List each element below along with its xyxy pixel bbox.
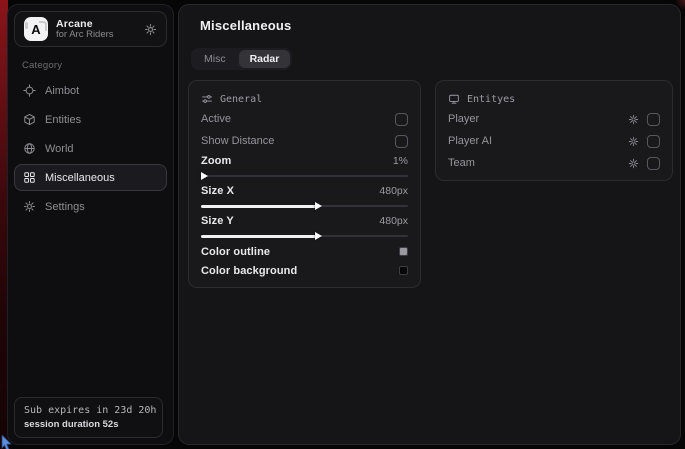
category-label: Category	[22, 60, 159, 71]
sidebar-item-world[interactable]: World	[14, 135, 167, 162]
zoom-value: 1%	[393, 155, 408, 167]
tab-misc[interactable]: Misc	[193, 50, 237, 68]
cube-icon	[23, 113, 36, 126]
crosshair-icon	[23, 84, 36, 97]
setting-label: Size X	[201, 185, 234, 197]
gear-icon	[23, 200, 36, 213]
setting-row-zoom: Zoom 1%	[201, 152, 408, 170]
tab-radar[interactable]: Radar	[239, 50, 291, 68]
show-distance-checkbox[interactable]	[395, 135, 408, 148]
slider-track	[201, 175, 408, 177]
app-logo: A	[24, 17, 48, 41]
size-x-slider[interactable]	[201, 200, 408, 212]
team-settings-gear-icon[interactable]	[628, 158, 639, 169]
slider-thumb[interactable]	[315, 202, 322, 210]
player-ai-settings-gear-icon[interactable]	[628, 136, 639, 147]
setting-label: Zoom	[201, 155, 231, 167]
page-title: Miscellaneous	[200, 18, 680, 33]
entity-row-player-ai: Player AI	[448, 130, 660, 152]
player-settings-gear-icon[interactable]	[628, 114, 639, 125]
screen: A Arcane for Arc Riders Category	[0, 0, 685, 449]
sidebar-item-label: World	[45, 143, 74, 155]
size-y-value: 480px	[379, 215, 408, 227]
entity-label: Player	[448, 113, 479, 125]
sidebar-item-label: Aimbot	[45, 85, 79, 97]
setting-label: Color background	[201, 265, 297, 277]
sliders-icon	[201, 93, 213, 105]
entity-controls	[628, 157, 660, 170]
sidebar-nav: Aimbot Entities World	[8, 76, 173, 221]
active-checkbox[interactable]	[395, 113, 408, 126]
subscription-expiry: Sub expires in 23d 20h	[24, 405, 153, 416]
setting-row-active: Active	[201, 108, 408, 130]
color-background-swatch[interactable]	[399, 266, 408, 275]
general-panel-title: General	[220, 94, 262, 105]
app-title-block: Arcane for Arc Riders	[56, 18, 114, 41]
size-y-slider[interactable]	[201, 230, 408, 242]
sidebar-item-label: Entities	[45, 114, 81, 126]
sidebar-item-label: Settings	[45, 201, 85, 213]
app-logo-letter: A	[31, 22, 40, 37]
setting-row-size-x: Size X 480px	[201, 182, 408, 200]
sidebar-item-entities[interactable]: Entities	[14, 106, 167, 133]
app-name: Arcane	[56, 18, 114, 30]
entities-panel: Entityes Player Player AI	[435, 80, 673, 181]
globe-icon	[23, 142, 36, 155]
slider-thumb[interactable]	[315, 232, 322, 240]
team-checkbox[interactable]	[647, 157, 660, 170]
main-panel: Miscellaneous Misc Radar General Active	[178, 4, 681, 445]
app-header-card: A Arcane for Arc Riders	[14, 11, 167, 47]
subscription-info-box: Sub expires in 23d 20h session duration …	[14, 397, 163, 438]
entity-label: Team	[448, 157, 475, 169]
setting-label: Active	[201, 113, 231, 125]
size-x-value: 480px	[379, 185, 408, 197]
slider-fill	[201, 205, 317, 208]
zoom-slider[interactable]	[201, 170, 408, 182]
monitor-icon	[448, 93, 460, 105]
setting-label: Show Distance	[201, 135, 274, 147]
setting-row-show-distance: Show Distance	[201, 130, 408, 152]
entity-row-player: Player	[448, 108, 660, 130]
app-subtitle: for Arc Riders	[56, 30, 114, 41]
entities-panel-header: Entityes	[448, 90, 660, 108]
session-duration: session duration 52s	[24, 419, 153, 430]
setting-row-color-outline: Color outline	[201, 242, 408, 261]
setting-label: Color outline	[201, 246, 270, 258]
color-outline-swatch[interactable]	[399, 247, 408, 256]
sidebar: A Arcane for Arc Riders Category	[7, 4, 174, 445]
app-settings-gear-icon[interactable]	[144, 23, 157, 36]
setting-row-size-y: Size Y 480px	[201, 212, 408, 230]
tab-bar: Misc Radar	[191, 48, 292, 70]
entity-label: Player AI	[448, 135, 492, 147]
sidebar-item-miscellaneous[interactable]: Miscellaneous	[14, 164, 167, 191]
player-ai-checkbox[interactable]	[647, 135, 660, 148]
entity-controls	[628, 135, 660, 148]
slider-thumb[interactable]	[201, 172, 208, 180]
grid-icon	[23, 171, 36, 184]
general-panel-header: General	[201, 90, 408, 108]
entities-panel-title: Entityes	[467, 94, 515, 105]
sidebar-item-settings[interactable]: Settings	[14, 193, 167, 220]
setting-row-color-background: Color background	[201, 261, 408, 280]
sidebar-item-aimbot[interactable]: Aimbot	[14, 77, 167, 104]
player-checkbox[interactable]	[647, 113, 660, 126]
sidebar-item-label: Miscellaneous	[45, 172, 115, 184]
entity-row-team: Team	[448, 152, 660, 174]
setting-label: Size Y	[201, 215, 234, 227]
slider-fill	[201, 235, 317, 238]
general-panel: General Active Show Distance Zoom 1% Siz…	[188, 80, 421, 288]
entity-controls	[628, 113, 660, 126]
